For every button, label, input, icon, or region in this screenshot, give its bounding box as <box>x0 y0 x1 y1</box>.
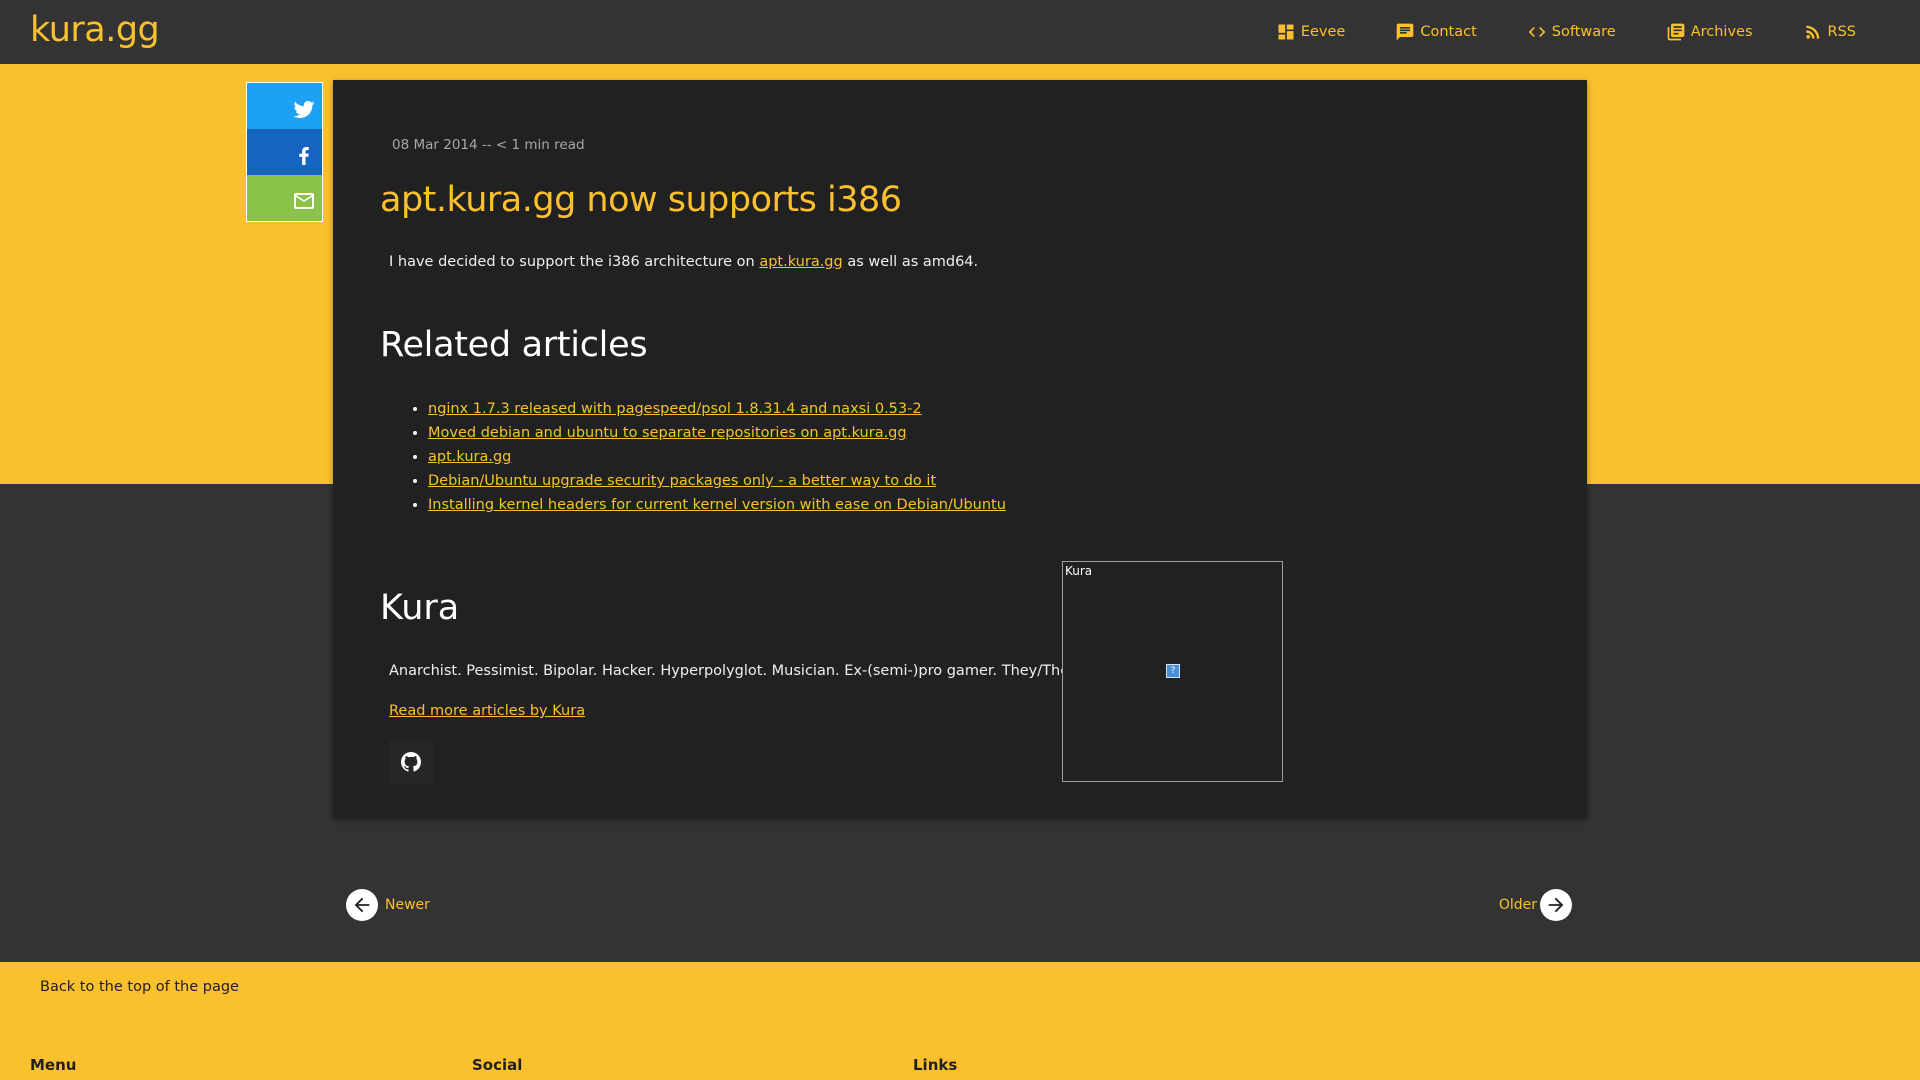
rss-icon <box>1805 25 1819 39</box>
post-meta: 08 Mar 2014 -- < 1 min read <box>392 137 585 153</box>
list-item: nginx 1.7.3 released with pagespeed/psol… <box>428 399 1006 423</box>
share-bar <box>246 82 323 222</box>
related-link[interactable]: Moved debian and ubuntu to separate repo… <box>428 425 907 441</box>
article-card: 08 Mar 2014 -- < 1 min read apt.kura.gg … <box>333 80 1587 818</box>
github-icon <box>401 752 421 772</box>
facebook-icon <box>299 147 309 165</box>
github-button[interactable] <box>389 740 433 784</box>
footer-social-heading: Social <box>472 1056 523 1074</box>
older-label: Older <box>1498 897 1537 913</box>
mail-icon <box>294 193 314 209</box>
dashboard-icon <box>1278 24 1294 40</box>
apt-kura-link[interactable]: apt.kura.gg <box>759 254 842 270</box>
related-link[interactable]: nginx 1.7.3 released with pagespeed/psol… <box>428 401 922 417</box>
post-body-text: as well as amd64. <box>842 254 979 270</box>
newer-label: Newer <box>385 897 430 913</box>
library-icon <box>1667 23 1685 41</box>
related-link[interactable]: Installing kernel headers for current ke… <box>428 497 1006 513</box>
broken-image-icon: ? <box>1166 664 1180 678</box>
nav-label: Software <box>1551 24 1616 40</box>
related-link[interactable]: Debian/Ubuntu upgrade security packages … <box>428 473 936 489</box>
post-body-text: I have decided to support the i386 archi… <box>389 254 760 270</box>
nav-label: RSS <box>1827 24 1856 40</box>
nav-label: Contact <box>1420 24 1477 40</box>
author-name: Kura <box>380 588 460 628</box>
arrow-right-icon <box>1540 889 1572 921</box>
nav-item-archives[interactable]: Archives <box>1666 22 1753 42</box>
back-to-top-link[interactable]: Back to the top of the page <box>40 979 239 995</box>
site-logo[interactable]: kura.gg <box>30 10 160 50</box>
twitter-icon <box>293 101 315 118</box>
author-bio: Anarchist. Pessimist. Bipolar. Hacker. H… <box>389 663 1088 679</box>
related-list: nginx 1.7.3 released with pagespeed/psol… <box>428 399 1006 519</box>
avatar-alt-text: Kura <box>1065 564 1093 578</box>
older-post-link[interactable]: Older <box>1499 889 1572 921</box>
footer: Back to the top of the page Menu Social … <box>0 962 1920 1080</box>
main-nav: Eevee Contact Software Archives RSS <box>1276 0 1920 64</box>
code-icon <box>1528 27 1546 37</box>
related-link[interactable]: apt.kura.gg <box>428 449 511 465</box>
newer-post-link[interactable]: Newer <box>346 889 430 921</box>
post-title: apt.kura.gg now supports i386 <box>380 180 902 220</box>
related-heading: Related articles <box>380 325 648 365</box>
arrow-left-icon <box>346 889 378 921</box>
share-email-button[interactable] <box>247 175 322 221</box>
nav-item-eevee[interactable]: Eevee <box>1276 22 1346 42</box>
top-bar: kura.gg Eevee Contact Software Archives … <box>0 0 1920 64</box>
author-more-link[interactable]: Read more articles by Kura <box>389 703 585 719</box>
nav-item-rss[interactable]: RSS <box>1803 22 1856 42</box>
nav-label: Archives <box>1690 24 1753 40</box>
list-item: Installing kernel headers for current ke… <box>428 495 1006 519</box>
nav-label: Eevee <box>1300 24 1346 40</box>
list-item: apt.kura.gg <box>428 447 1006 471</box>
footer-menu-heading: Menu <box>30 1056 77 1074</box>
list-item: Debian/Ubuntu upgrade security packages … <box>428 471 1006 495</box>
nav-item-contact[interactable]: Contact <box>1395 22 1477 42</box>
nav-item-software[interactable]: Software <box>1527 22 1616 42</box>
share-facebook-button[interactable] <box>247 129 322 175</box>
chat-icon <box>1397 23 1414 41</box>
post-body: I have decided to support the i386 archi… <box>389 254 978 270</box>
footer-links-heading: Links <box>913 1056 958 1074</box>
share-twitter-button[interactable] <box>247 83 322 129</box>
list-item: Moved debian and ubuntu to separate repo… <box>428 423 1006 447</box>
author-avatar: Kura ? <box>1062 561 1283 782</box>
